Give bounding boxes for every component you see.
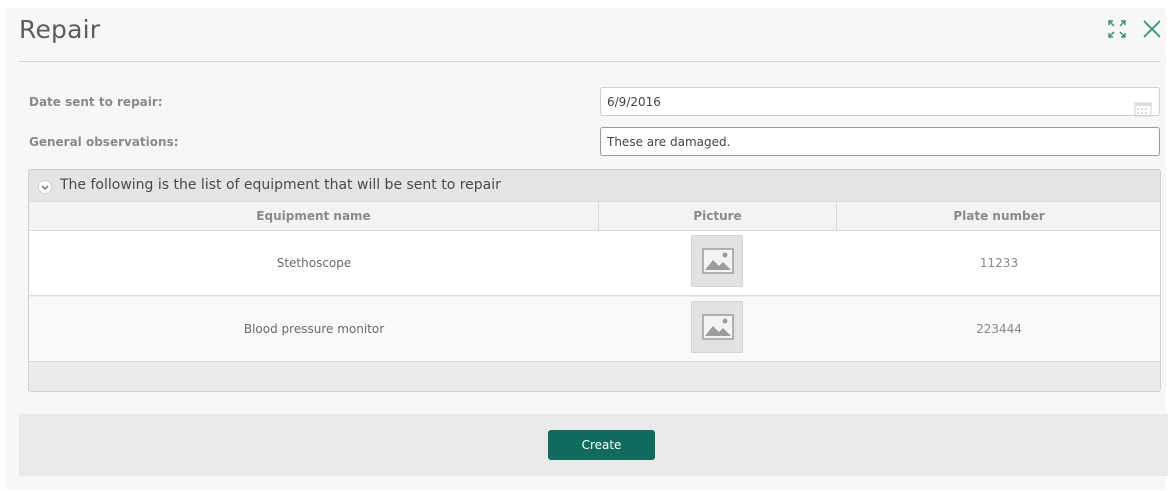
table-row[interactable]: Stethoscope 11233 (29, 231, 1160, 296)
equipment-grid: The following is the list of equipment t… (28, 169, 1161, 392)
equipment-name-cell: Blood pressure monitor (243, 322, 385, 336)
general-observations-label: General observations: (29, 135, 179, 149)
picture-cell (599, 297, 837, 361)
grid-column-headers: Equipment name Picture Plate number (29, 201, 1160, 231)
maximize-icon[interactable] (1106, 18, 1128, 40)
column-header-equipment-name[interactable]: Equipment name (29, 202, 599, 230)
create-button[interactable]: Create (548, 430, 655, 460)
image-placeholder-icon[interactable] (691, 235, 743, 287)
column-header-plate-number[interactable]: Plate number (837, 202, 1160, 230)
plate-number-cell: 11233 (979, 256, 1019, 270)
chevron-down-icon[interactable] (38, 179, 52, 194)
equipment-name-cell: Stethoscope (276, 256, 352, 270)
title-divider (19, 61, 1161, 62)
date-sent-input[interactable] (600, 87, 1160, 116)
date-sent-label: Date sent to repair: (29, 95, 163, 109)
calendar-icon[interactable] (1134, 101, 1152, 117)
close-icon[interactable] (1141, 18, 1163, 40)
table-row[interactable]: Blood pressure monitor 223444 (29, 297, 1160, 362)
picture-cell (599, 231, 837, 295)
repair-dialog: Repair Date sent to repair: 6/9/2016 Gen… (6, 8, 1168, 490)
dialog-title: Repair (19, 15, 101, 44)
dialog-footer: Create (19, 414, 1168, 476)
general-observations-input[interactable] (600, 127, 1160, 156)
grid-header: The following is the list of equipment t… (29, 170, 1160, 201)
image-placeholder-icon[interactable] (691, 301, 743, 353)
plate-number-cell: 223444 (976, 322, 1022, 336)
grid-caption: The following is the list of equipment t… (60, 177, 501, 193)
column-header-picture[interactable]: Picture (599, 202, 837, 230)
